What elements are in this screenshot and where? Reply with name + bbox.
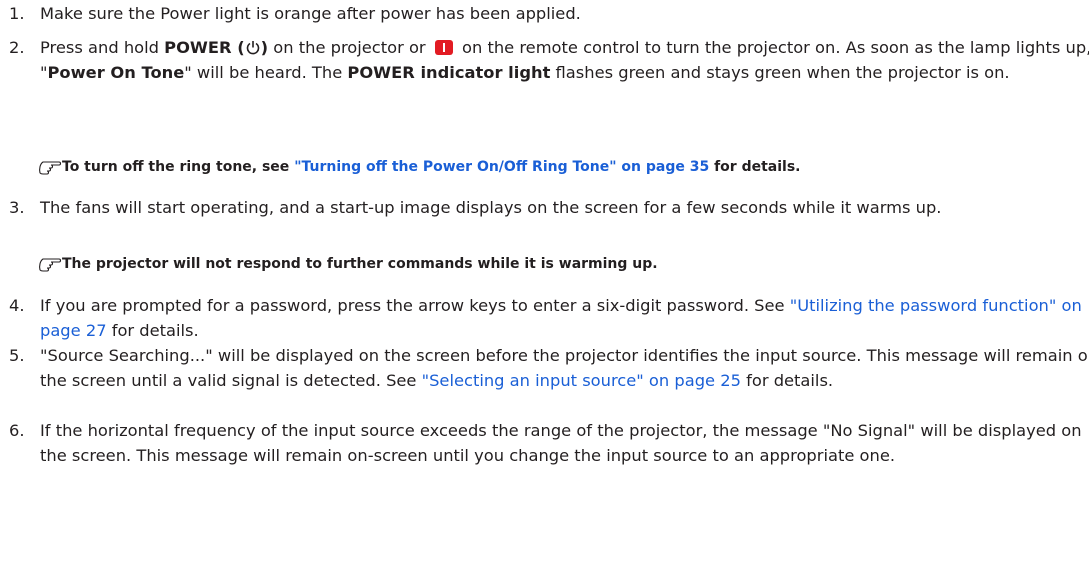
pointing-hand-icon (39, 258, 62, 272)
xref-ring-tone-link[interactable]: "Turning off the Power On/Off Ring Tone"… (294, 159, 709, 175)
step-number: 6. (9, 421, 25, 440)
step-number: 4. (9, 296, 25, 315)
xref-input-source-link[interactable]: "Selecting an input source" on page 25 (422, 371, 741, 390)
step-5: 5. "Source Searching..." will be display… (9, 343, 1089, 393)
step-6: 6. If the horizontal frequency of the in… (9, 418, 1089, 468)
power-indicator-label: POWER indicator light (347, 63, 551, 82)
text-run: flashes green and stays green when the p… (550, 63, 1010, 82)
text-run: on the projector or (268, 38, 431, 57)
step-number: 5. (9, 346, 25, 365)
step-text: "Source Searching..." will be displayed … (40, 343, 1089, 393)
step-text: The fans will start operating, and a sta… (40, 198, 942, 217)
step-1: 1. Make sure the Power light is orange a… (9, 1, 1089, 26)
step-text: Make sure the Power light is orange afte… (40, 4, 581, 23)
note-text: for details. (709, 159, 801, 175)
step-text: If you are prompted for a password, pres… (40, 293, 1089, 343)
text-run: for details. (740, 371, 834, 390)
text-run: Press and hold (40, 38, 165, 57)
text-run: for details. (106, 321, 199, 340)
step-4: 4. If you are prompted for a password, p… (9, 293, 1089, 343)
text-run: If you are prompted for a password, pres… (40, 296, 790, 315)
note-text: To turn off the ring tone, see (62, 159, 295, 175)
remote-power-button-icon (434, 40, 453, 55)
step-2: 2. Press and hold POWER () on the projec… (9, 35, 1089, 85)
step-number: 1. (9, 4, 25, 23)
note-warming-up: The projector will not respond to furthe… (9, 254, 1089, 274)
step-number: 2. (9, 38, 25, 57)
power-label-close: ) (260, 38, 269, 57)
power-icon (246, 41, 259, 55)
note-ring-tone: To turn off the ring tone, see "Turning … (9, 157, 1089, 177)
pointing-hand-icon (39, 161, 62, 175)
step-number: 3. (9, 198, 25, 217)
step-3: 3. The fans will start operating, and a … (9, 195, 1089, 220)
power-label: POWER ( (164, 38, 245, 57)
power-on-tone-label: Power On Tone (47, 63, 185, 82)
step-text: Press and hold POWER () on the projector… (40, 35, 1089, 85)
text-run: " will be heard. The (184, 63, 348, 82)
note-text: The projector will not respond to furthe… (62, 256, 658, 272)
step-text: If the horizontal frequency of the input… (40, 421, 1082, 465)
